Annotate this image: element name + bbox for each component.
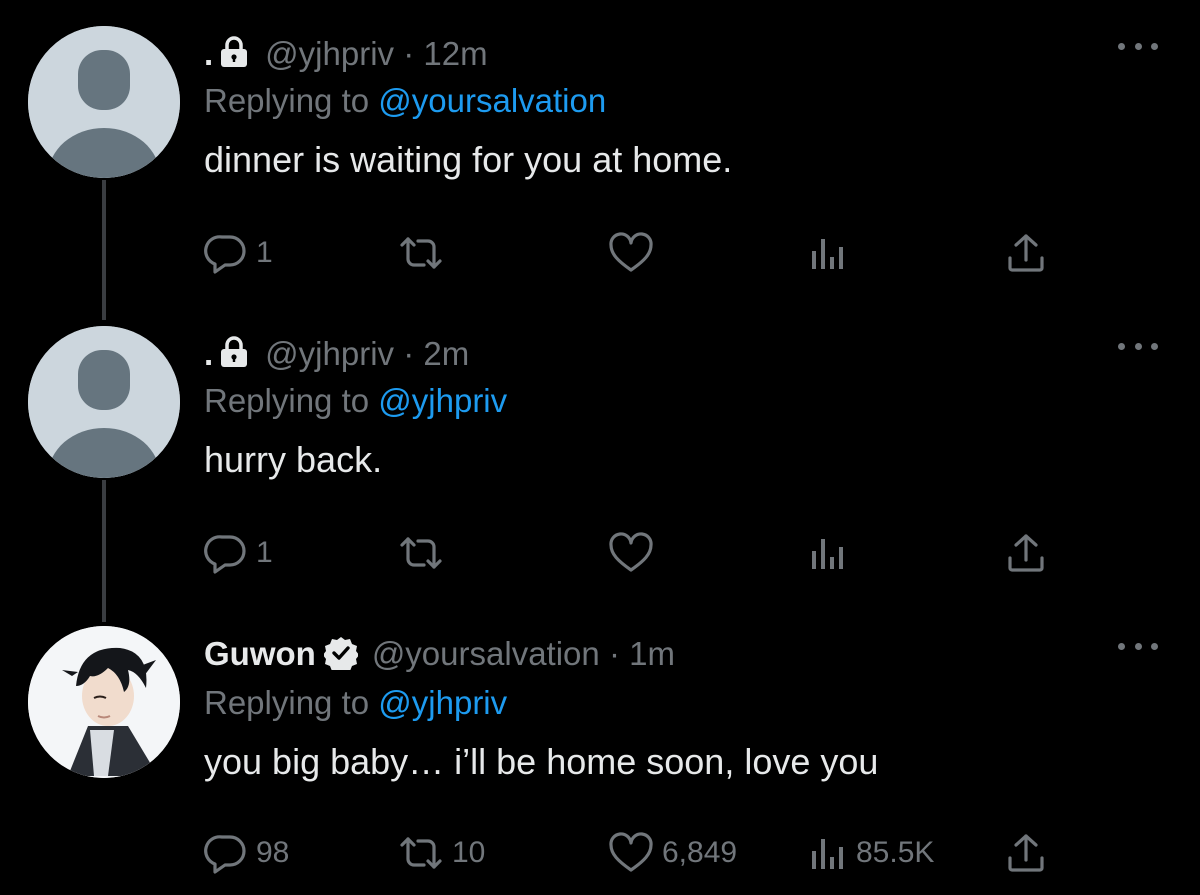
replying-to-label: Replying to: [204, 82, 370, 119]
reply-icon: [204, 235, 246, 274]
tweet-content: . @yjhpriv · 12m Replying to @yoursalvati…: [204, 34, 1140, 183]
like-button[interactable]: 6,849: [608, 828, 737, 878]
analytics-icon: [812, 539, 843, 569]
default-avatar[interactable]: [28, 26, 180, 178]
retweet-count: 10: [452, 836, 486, 869]
more-options-button[interactable]: [1118, 36, 1158, 56]
replying-to-label: Replying to: [204, 684, 370, 721]
separator: ·: [608, 635, 620, 672]
view-count: 85.5K: [856, 836, 935, 869]
tweet-actions: 1: [204, 528, 1064, 578]
views-button[interactable]: [808, 228, 856, 278]
display-name[interactable]: .: [204, 35, 213, 72]
handle[interactable]: @yjhpriv: [265, 335, 394, 372]
anime-character-avatar-icon: [28, 626, 180, 778]
like-button[interactable]: [608, 228, 662, 278]
views-button[interactable]: 85.5K: [808, 828, 934, 878]
tweet-header: . @yjhpriv · 2m: [204, 334, 1140, 377]
more-options-button[interactable]: [1118, 636, 1158, 656]
retweet-icon: [400, 537, 442, 569]
tweet-text: hurry back.: [204, 439, 383, 480]
share-icon: [1008, 834, 1044, 872]
like-count: 6,849: [662, 836, 738, 869]
reply-button[interactable]: 98: [204, 828, 289, 878]
share-icon: [1008, 234, 1044, 272]
replying-to-line: Replying to @yjhpriv: [204, 683, 1140, 723]
default-avatar-icon: [28, 26, 180, 178]
analytics-icon: [812, 239, 843, 269]
heart-icon: [609, 532, 653, 572]
replying-to-line: Replying to @yoursalvation: [204, 81, 1140, 121]
heart-icon: [609, 832, 653, 872]
default-avatar-icon: [28, 326, 180, 478]
lock-icon: [219, 336, 249, 377]
tweet-text: you big baby… i’ll be home soon, love yo…: [204, 741, 879, 782]
like-button[interactable]: [608, 528, 662, 578]
replying-to-mention[interactable]: @yoursalvation: [378, 82, 606, 119]
timestamp[interactable]: 2m: [423, 335, 469, 372]
tweet-2[interactable]: . @yjhpriv · 2m Replying to @yjhpriv hurr…: [0, 300, 1200, 600]
replying-to-label: Replying to: [204, 382, 370, 419]
heart-icon: [609, 232, 653, 272]
more-options-button[interactable]: [1118, 336, 1158, 356]
separator: ·: [403, 35, 415, 72]
reply-icon: [204, 535, 246, 574]
share-button[interactable]: [1006, 828, 1046, 878]
share-button[interactable]: [1006, 228, 1046, 278]
tweet-3[interactable]: Guwon @yoursalvation · 1m Replying to @yj…: [0, 600, 1200, 895]
reply-button[interactable]: 1: [204, 528, 273, 578]
retweet-icon: [400, 237, 442, 269]
replying-to-mention[interactable]: @yjhpriv: [378, 684, 507, 721]
retweet-button[interactable]: [398, 528, 452, 578]
reply-count: 1: [256, 536, 273, 569]
tweet-header: Guwon @yoursalvation · 1m: [204, 634, 1140, 679]
share-button[interactable]: [1006, 528, 1046, 578]
retweet-button[interactable]: 10: [398, 828, 485, 878]
tweet-header: . @yjhpriv · 12m: [204, 34, 1140, 77]
separator: ·: [403, 335, 415, 372]
verified-badge-icon: [322, 636, 359, 679]
replying-to-mention[interactable]: @yjhpriv: [378, 382, 507, 419]
retweet-icon: [400, 837, 442, 869]
reply-count: 98: [256, 836, 290, 869]
tweet-text: dinner is waiting for you at home.: [204, 139, 733, 180]
tweet-actions: 1: [204, 228, 1064, 278]
handle[interactable]: @yoursalvation: [372, 635, 600, 672]
timestamp[interactable]: 12m: [423, 35, 487, 72]
tweet-content: Guwon @yoursalvation · 1m Replying to @yj…: [204, 634, 1140, 785]
tweet-1[interactable]: . @yjhpriv · 12m Replying to @yoursalvati…: [0, 0, 1200, 300]
default-avatar[interactable]: [28, 326, 180, 478]
timestamp[interactable]: 1m: [629, 635, 675, 672]
retweet-button[interactable]: [398, 228, 452, 278]
profile-avatar[interactable]: [28, 626, 180, 778]
views-button[interactable]: [808, 528, 856, 578]
display-name[interactable]: .: [204, 335, 213, 372]
replying-to-line: Replying to @yjhpriv: [204, 381, 1140, 421]
lock-icon: [219, 36, 249, 77]
analytics-icon: [812, 839, 843, 869]
share-icon: [1008, 534, 1044, 572]
reply-button[interactable]: 1: [204, 228, 273, 278]
handle[interactable]: @yjhpriv: [265, 35, 394, 72]
display-name[interactable]: Guwon: [204, 635, 316, 672]
reply-count: 1: [256, 236, 273, 269]
tweet-actions: 98 10 6,849 85.5K: [204, 828, 1064, 878]
reply-icon: [204, 835, 246, 874]
tweet-content: . @yjhpriv · 2m Replying to @yjhpriv hurr…: [204, 334, 1140, 483]
